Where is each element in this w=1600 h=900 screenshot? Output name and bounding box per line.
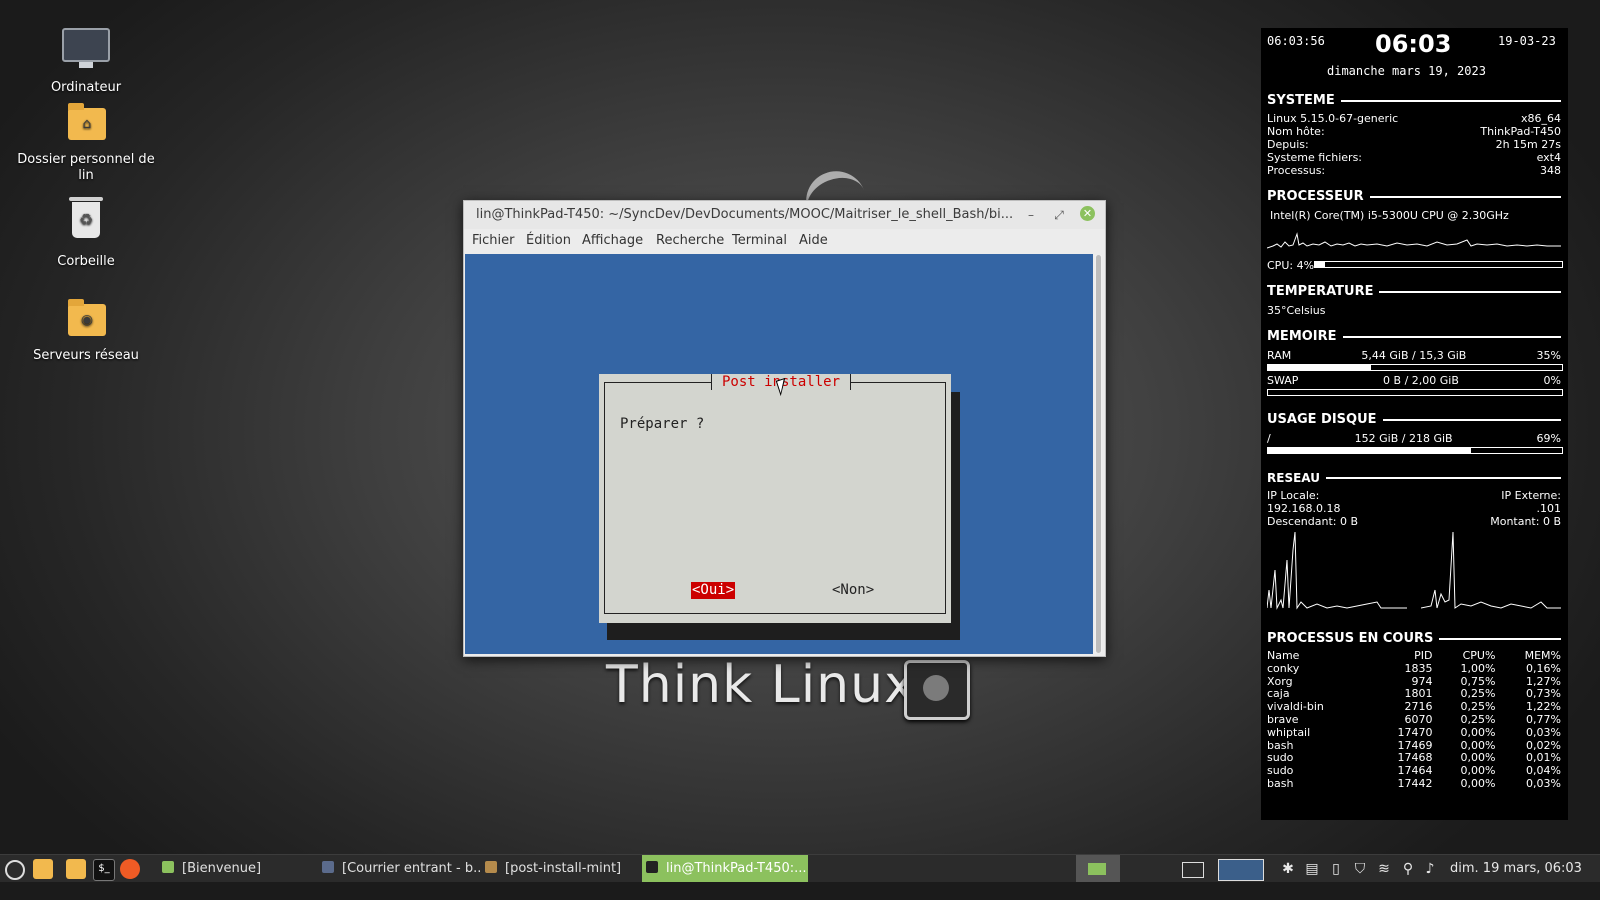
volume-icon[interactable]: ♪ xyxy=(1420,859,1440,879)
taskbar: $_ [Bienvenue] [Courrier entrant - b... … xyxy=(0,854,1600,883)
dialog-text: Préparer ? xyxy=(620,416,705,432)
dialog-frame: Post installer Préparer ? <Oui> <Non> xyxy=(604,374,946,614)
trash-icon: ♻ xyxy=(62,197,110,250)
desktop-icon-home-folder[interactable]: ⌂ Dossier personnel de lin xyxy=(16,100,156,184)
cpu-usage-bar xyxy=(1314,261,1563,268)
menubar: Fichier Édition Affichage Recherche Term… xyxy=(464,229,1105,253)
no-button[interactable]: <Non> xyxy=(832,582,874,599)
upload-graph xyxy=(1421,531,1561,609)
conky-time: 06:03 xyxy=(1375,30,1452,58)
workspace-1-preview-icon xyxy=(1088,863,1106,875)
reseau-heading: RESEAU xyxy=(1267,471,1561,485)
disque-heading: USAGE DISQUE xyxy=(1267,412,1561,427)
below-taskbar-area xyxy=(0,882,1600,900)
conky-date-short: 19-03-23 xyxy=(1498,34,1556,48)
show-desktop-icon[interactable] xyxy=(33,859,53,879)
desktop-icon-computer[interactable]: Ordinateur xyxy=(16,22,156,96)
bluetooth-icon[interactable]: ✱ xyxy=(1278,859,1298,879)
terminal-window[interactable]: lin@ThinkPad-T450: ~/SyncDev/DevDocument… xyxy=(463,200,1106,657)
task-terminal[interactable]: lin@ThinkPad-T450:... xyxy=(642,855,808,883)
desktop-icon-label: Ordinateur xyxy=(50,80,122,95)
disk-bar xyxy=(1267,447,1563,454)
wallpaper-logo-text: Think Linux xyxy=(606,655,916,715)
systeme-heading: SYSTEME xyxy=(1267,93,1561,108)
wifi-icon[interactable]: ≋ xyxy=(1374,859,1394,879)
table-row: brave 6070 0,25% 0,77% xyxy=(1267,712,1561,726)
menu-terminal[interactable]: Terminal xyxy=(732,233,787,248)
processeur-heading: PROCESSEUR xyxy=(1267,189,1561,204)
cpu-graph xyxy=(1267,232,1561,249)
processus-heading: PROCESSUS EN COURS xyxy=(1267,631,1561,646)
table-row: conky 1835 1,00% 0,16% xyxy=(1267,661,1561,675)
ip-value-row: 192.168.0.18.101 xyxy=(1267,502,1561,515)
desktop-icon-trash[interactable]: ♻ Corbeille xyxy=(16,197,156,270)
desktop-icon-label: Serveurs réseau xyxy=(33,348,139,363)
memoire-heading: MEMOIRE xyxy=(1267,329,1561,344)
disk-row: /152 GiB / 218 GiB 69% xyxy=(1267,432,1561,445)
desktop-icon-label: Dossier personnel de lin xyxy=(17,152,155,183)
sys-host-row: Nom hôte: ThinkPad-T450 xyxy=(1267,125,1561,138)
swap-bar xyxy=(1267,389,1563,396)
ram-bar xyxy=(1267,364,1563,371)
terminal-area[interactable]: Post installer Préparer ? <Oui> <Non> xyxy=(465,254,1093,654)
firefox-icon[interactable] xyxy=(120,859,140,879)
ip-label-row: IP Locale: IP Externe: xyxy=(1267,489,1561,502)
desktop-icon-network[interactable]: ◉ Serveurs réseau xyxy=(16,296,156,364)
redshift-icon[interactable]: ⚲ xyxy=(1398,859,1418,879)
sys-uptime-row: Depuis: 2h 15m 27s xyxy=(1267,138,1561,151)
home-folder-icon: ⌂ xyxy=(62,100,110,148)
task-courrier[interactable]: [Courrier entrant - b... xyxy=(320,855,480,883)
menu-recherche[interactable]: Recherche xyxy=(656,233,724,248)
window-titlebar[interactable]: lin@ThinkPad-T450: ~/SyncDev/DevDocument… xyxy=(464,201,1105,229)
conky-date-long: dimanche mars 19, 2023 xyxy=(1327,64,1486,78)
file-manager-icon[interactable] xyxy=(66,859,86,879)
network-folder-icon: ◉ xyxy=(62,296,110,344)
wallpaper-tux-icon xyxy=(904,660,970,720)
maximize-icon[interactable]: ⤢ xyxy=(1050,206,1068,224)
menu-icon[interactable] xyxy=(5,860,25,880)
minimize-icon[interactable]: – xyxy=(1022,206,1040,224)
conky-time-seconds: 06:03:56 xyxy=(1267,34,1325,48)
task-bienvenue[interactable]: [Bienvenue] xyxy=(158,855,312,883)
ram-row: RAM 5,44 GiB / 15,3 GiB 35% xyxy=(1267,349,1561,362)
shield-icon[interactable]: ⛉ xyxy=(1350,859,1370,879)
taskbar-clock[interactable]: dim. 19 mars, 06:03 xyxy=(1450,855,1582,883)
clipboard-icon[interactable]: ▤ xyxy=(1302,859,1322,879)
computer-icon xyxy=(62,28,110,76)
swap-row: SWAP 0 B / 2,00 GiB 0% xyxy=(1267,374,1561,387)
sys-kernel-row: Linux 5.15.0-67-generic x86_64 xyxy=(1267,112,1561,125)
table-row: whiptail 17470 0,00% 0,03% xyxy=(1267,725,1561,739)
desktop-icon-label: Corbeille xyxy=(57,254,115,269)
window-title: lin@ThinkPad-T450: ~/SyncDev/DevDocument… xyxy=(476,207,1014,222)
process-table-header: Name PID CPU% MEM% xyxy=(1267,649,1561,662)
temperature-value: 35°Celsius xyxy=(1267,304,1326,317)
sys-proc-row: Processus: 348 xyxy=(1267,164,1561,177)
menu-edition[interactable]: Édition xyxy=(526,233,571,248)
table-row: bash 17442 0,00% 0,03% xyxy=(1267,776,1561,790)
cpu-usage-label: CPU: 4% xyxy=(1267,259,1315,272)
sys-fs-row: Systeme fichiers: ext4 xyxy=(1267,151,1561,164)
whiptail-dialog: Post installer Préparer ? <Oui> <Non> xyxy=(599,374,951,623)
workspace-2[interactable] xyxy=(1182,862,1204,878)
net-speed-row: Descendant: 0 B Montant: 0 B xyxy=(1267,515,1561,528)
download-graph xyxy=(1267,531,1407,610)
process-table: Name PID CPU% MEM% conky 1835 1,00% 0,16% X… xyxy=(1267,649,1561,791)
workspace-3[interactable] xyxy=(1218,859,1264,881)
yes-button[interactable]: <Oui> xyxy=(691,582,736,599)
conky-panel: 06:03:56 06:03 19-03-23 dimanche mars 19… xyxy=(1261,28,1568,820)
menu-fichier[interactable]: Fichier xyxy=(472,233,515,248)
cpu-model: Intel(R) Core(TM) i5-5300U CPU @ 2.30GHz xyxy=(1270,209,1509,222)
battery-icon[interactable]: ▯ xyxy=(1326,859,1346,879)
terminal-launcher-icon[interactable]: $_ xyxy=(93,859,115,881)
temperature-heading: TEMPERATURE xyxy=(1267,284,1561,299)
close-icon[interactable]: ✕ xyxy=(1080,206,1095,221)
task-post-install[interactable]: [post-install-mint] xyxy=(483,855,635,883)
scrollbar[interactable] xyxy=(1095,255,1102,653)
menu-aide[interactable]: Aide xyxy=(799,233,828,248)
menu-affichage[interactable]: Affichage xyxy=(582,233,643,248)
